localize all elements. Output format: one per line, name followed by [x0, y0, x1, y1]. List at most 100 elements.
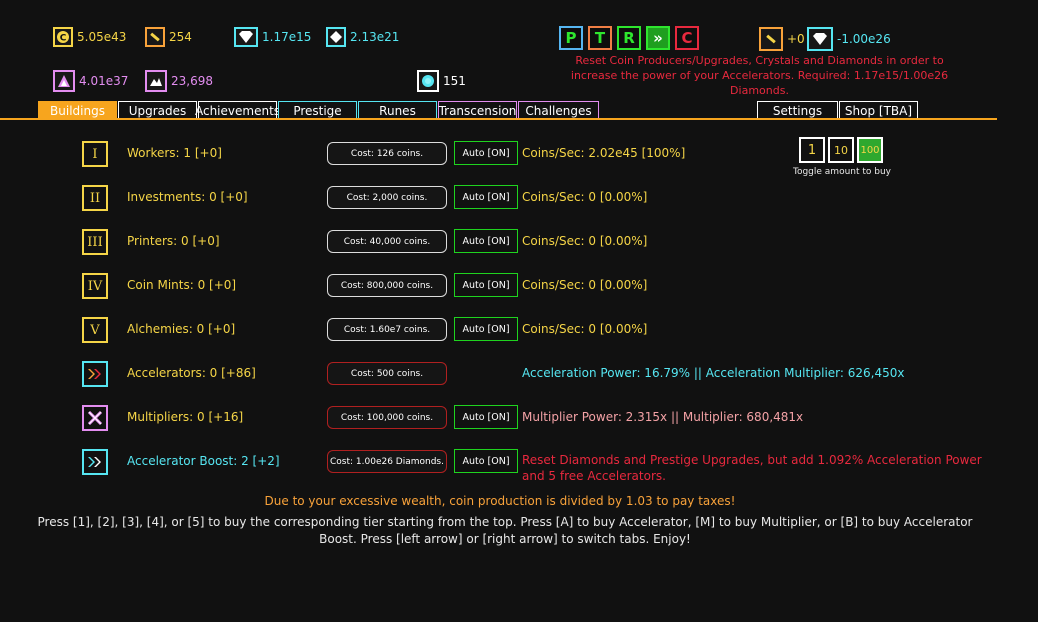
coin-mints-cost-label: Cost: 800,000 coins. — [340, 280, 434, 291]
buy-multiplier-button[interactable]: Cost: 100,000 coins. — [327, 406, 447, 429]
multipliers-info: Multiplier Power: 2.315x || Multiplier: … — [522, 410, 804, 424]
accelerator-boost-icon — [82, 449, 108, 475]
tax-message: Due to your excessive wealth, coin produ… — [264, 494, 736, 508]
tab-runes-label: Runes — [379, 103, 416, 118]
building-investments-name: Investments: 0 [+0] — [127, 190, 248, 204]
offerings-value: 254 — [169, 30, 192, 44]
transcend-reset-label: T — [594, 29, 606, 47]
workers-info: Coins/Sec: 2.02e45 [100%] — [522, 146, 686, 160]
quarks-resource: 151 — [417, 70, 466, 92]
buy-workers-button[interactable]: Cost: 126 coins. — [327, 142, 447, 165]
transcend-reset-button[interactable]: T — [588, 26, 612, 50]
auto-alchemies-label: Auto [ON] — [462, 323, 510, 335]
accel-boost-reset-button[interactable]: » — [646, 26, 670, 50]
buy-amount-1-button[interactable]: 1 — [799, 137, 825, 163]
tier-5-icon: V — [82, 317, 108, 343]
buy-amount-label: Toggle amount to buy — [792, 167, 892, 177]
auto-accelerator-boost-toggle[interactable]: Auto [ON] — [454, 449, 518, 473]
buy-amount-10-button[interactable]: 10 — [828, 137, 854, 163]
auto-accelerator-boost-label: Auto [ON] — [462, 455, 510, 467]
offering-gain-icon — [759, 27, 783, 51]
buy-amount-100-button[interactable]: 100 — [857, 137, 883, 163]
auto-workers-label: Auto [ON] — [462, 147, 510, 159]
tab-upgrades[interactable]: Upgrades — [118, 101, 197, 119]
reincarnate-reset-button[interactable]: R — [617, 26, 641, 50]
diamond-icon — [234, 27, 258, 47]
building-alchemies-name: Alchemies: 0 [+0] — [127, 322, 236, 336]
alchemies-info: Coins/Sec: 0 [0.00%] — [522, 322, 648, 336]
alchemies-cost-label: Cost: 1.60e7 coins. — [343, 324, 431, 335]
svg-text:C: C — [60, 34, 67, 44]
auto-multiplier-toggle[interactable]: Auto [ON] — [454, 405, 518, 429]
buy-printers-button[interactable]: Cost: 40,000 coins. — [327, 230, 447, 253]
tab-settings[interactable]: Settings — [757, 101, 838, 119]
buy-investments-button[interactable]: Cost: 2,000 coins. — [327, 186, 447, 209]
help-text: Press [1], [2], [3], [4], or [5] to buy … — [37, 515, 973, 546]
multipliers-name: Multipliers: 0 [+16] — [127, 410, 244, 424]
reincarnate-reset-label: R — [623, 29, 635, 47]
tab-challenges-label: Challenges — [525, 103, 592, 118]
auto-coin-mints-label: Auto [ON] — [462, 279, 510, 291]
tab-buildings-label: Buildings — [50, 103, 105, 118]
accelerators-info: Acceleration Power: 16.79% || Accelerati… — [522, 366, 905, 380]
multiplier-cost-label: Cost: 100,000 coins. — [340, 412, 434, 423]
prestige-reset-label: P — [565, 29, 577, 47]
quark-icon — [417, 70, 439, 92]
tab-prestige[interactable]: Prestige — [278, 101, 357, 119]
mythos-resource: 4.01e37 — [53, 70, 128, 92]
building-coin-mints-name: Coin Mints: 0 [+0] — [127, 278, 237, 292]
buy-accelerator-boost-button[interactable]: Cost: 1.00e26 Diamonds. — [327, 450, 447, 473]
buy-coin-mints-button[interactable]: Cost: 800,000 coins. — [327, 274, 447, 297]
building-workers-name: Workers: 1 [+0] — [127, 146, 222, 160]
mythos-icon — [53, 70, 75, 92]
tier-4-numeral: IV — [87, 278, 103, 294]
accelerator-icon — [82, 361, 108, 387]
diamonds-gain-value: -1.00e26 — [837, 32, 891, 46]
challenge-reset-label: C — [681, 29, 693, 47]
tab-challenges[interactable]: Challenges — [518, 101, 599, 119]
coins-value: 5.05e43 — [77, 30, 127, 44]
auto-printers-toggle[interactable]: Auto [ON] — [454, 229, 518, 253]
tab-underline — [0, 118, 997, 120]
coin-icon: C — [53, 27, 73, 47]
tab-prestige-label: Prestige — [293, 103, 342, 118]
tab-transcension-label: Transcension — [438, 103, 517, 118]
auto-investments-toggle[interactable]: Auto [ON] — [454, 185, 518, 209]
crystals-resource: 2.13e21 — [326, 27, 399, 47]
coins-resource: C 5.05e43 — [53, 27, 126, 47]
accelerator-boost-cost-label: Cost: 1.00e26 Diamonds. — [330, 456, 444, 467]
auto-investments-label: Auto [ON] — [462, 191, 510, 203]
offerings-gain: +0 — [759, 27, 805, 51]
diamond-gain-icon — [807, 27, 833, 51]
particles-resource: 23,698 — [145, 70, 213, 92]
workers-cost-label: Cost: 126 coins. — [350, 148, 424, 159]
tab-settings-label: Settings — [772, 103, 823, 118]
printers-cost-label: Cost: 40,000 coins. — [343, 236, 431, 247]
tier-1-icon: I — [82, 141, 108, 167]
crystals-value: 2.13e21 — [350, 30, 400, 44]
tab-shop[interactable]: Shop [TBA] — [839, 101, 918, 119]
tier-2-icon: II — [82, 185, 108, 211]
auto-coin-mints-toggle[interactable]: Auto [ON] — [454, 273, 518, 297]
mythos-value: 4.01e37 — [79, 74, 129, 88]
tier-2-numeral: II — [89, 190, 101, 206]
prestige-reset-button[interactable]: P — [559, 26, 583, 50]
challenge-reset-button[interactable]: C — [675, 26, 699, 50]
tab-runes[interactable]: Runes — [358, 101, 437, 119]
buy-accelerator-button[interactable]: Cost: 500 coins. — [327, 362, 447, 385]
investments-info: Coins/Sec: 0 [0.00%] — [522, 190, 648, 204]
accelerator-boost-info: Reset Diamonds and Prestige Upgrades, bu… — [522, 453, 982, 483]
coin-mints-info: Coins/Sec: 0 [0.00%] — [522, 278, 648, 292]
tab-buildings[interactable]: Buildings — [38, 101, 117, 119]
auto-alchemies-toggle[interactable]: Auto [ON] — [454, 317, 518, 341]
auto-workers-toggle[interactable]: Auto [ON] — [454, 141, 518, 165]
auto-multiplier-label: Auto [ON] — [462, 411, 510, 423]
tab-transcension[interactable]: Transcension — [438, 101, 517, 119]
offerings-gain-value: +0 — [787, 32, 805, 46]
auto-printers-label: Auto [ON] — [462, 235, 510, 247]
tab-achievements[interactable]: Achievements — [194, 101, 281, 119]
particle-icon — [145, 70, 167, 92]
buy-alchemies-button[interactable]: Cost: 1.60e7 coins. — [327, 318, 447, 341]
buy-amount-100-label: 100 — [860, 144, 880, 156]
tab-achievements-label: Achievements — [194, 103, 281, 118]
